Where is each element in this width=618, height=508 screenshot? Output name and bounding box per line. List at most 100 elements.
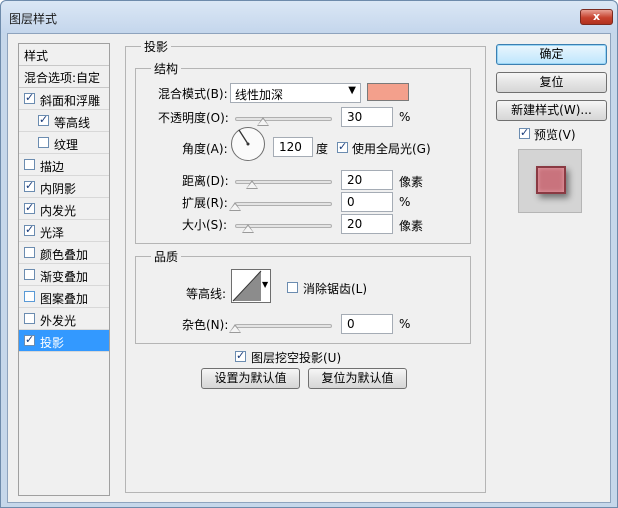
contour-label: 等高线: [186,287,227,301]
style-item-label: 外发光 [40,314,77,328]
style-item-texture[interactable]: 纹理 [19,132,109,154]
preview-checkbox[interactable] [519,126,530,139]
angle-dial[interactable] [231,127,265,161]
contour-checkbox[interactable] [38,113,49,126]
contour-picker[interactable]: ▼ [231,269,271,303]
distance-slider-thumb[interactable] [246,180,258,189]
style-item-label: 投影 [40,336,65,350]
size-label: 大小(S): [182,218,228,232]
knockout-label: 图层挖空投影(U) [251,351,342,365]
noise-unit: % [399,317,411,331]
size-input[interactable]: 20 [341,214,393,234]
blend-mode-label: 混合模式(B): [158,87,228,101]
drop-shadow-checkbox[interactable] [24,333,35,346]
spread-label: 扩展(R): [182,196,228,210]
style-preview [518,149,582,213]
style-item-inner-shadow[interactable]: 内阴影 [19,176,109,198]
satin-checkbox[interactable] [24,223,35,236]
style-list: 样式 混合选项:自定 斜面和浮雕 等高线 纹理 描边 内阴影 [18,43,110,496]
style-item-pattern-overlay[interactable]: 图案叠加 [19,286,109,308]
new-style-button[interactable]: 新建样式(W)... [496,100,607,121]
noise-slider[interactable] [235,324,332,328]
spread-slider[interactable] [235,202,332,206]
angle-needle-icon [238,129,250,146]
distance-label: 距离(D): [182,174,229,188]
dialog-body: 样式 混合选项:自定 斜面和浮雕 等高线 纹理 描边 内阴影 [7,33,611,503]
style-item-label: 纹理 [54,138,79,152]
style-item-label: 颜色叠加 [40,248,89,262]
opacity-slider[interactable] [235,117,332,121]
chevron-down-icon: ▼ [348,85,356,96]
style-item-satin[interactable]: 光泽 [19,220,109,242]
distance-unit: 像素 [399,175,424,189]
gradient-overlay-checkbox[interactable] [24,269,35,280]
style-item-label: 光泽 [40,226,65,240]
make-default-button[interactable]: 设置为默认值 [201,368,300,389]
preview-label: 预览(V) [534,128,576,142]
global-light-checkbox[interactable] [337,140,348,153]
noise-label: 杂色(N): [182,318,229,332]
contour-curve-icon [232,270,262,302]
quality-title: 品质 [151,248,182,265]
opacity-label: 不透明度(O): [158,111,229,125]
style-item-color-overlay[interactable]: 颜色叠加 [19,242,109,264]
style-list-header[interactable]: 样式 [19,44,109,66]
noise-input[interactable]: 0 [341,314,393,334]
opacity-input[interactable]: 30 [341,107,393,127]
style-item-stroke[interactable]: 描边 [19,154,109,176]
window-title: 图层样式 [9,12,58,26]
bevel-emboss-checkbox[interactable] [24,91,35,104]
style-item-label: 斜面和浮雕 [40,94,101,108]
reset-button[interactable]: 复位 [496,72,607,93]
blend-mode-select[interactable]: 线性加深 ▼ [230,83,361,103]
style-item-label: 内阴影 [40,182,77,196]
stroke-checkbox[interactable] [24,159,35,170]
blend-options-item[interactable]: 混合选项:自定 [19,66,109,88]
style-item-drop-shadow[interactable]: 投影 [19,330,109,352]
style-item-label: 图案叠加 [40,292,89,306]
drop-shadow-panel: 投影 结构 混合模式(B): 线性加深 ▼ 不透明度(O): 30 % 角度(A… [125,38,486,493]
pattern-overlay-checkbox[interactable] [24,291,35,302]
blend-mode-value: 线性加深 [235,88,284,102]
outer-glow-checkbox[interactable] [24,313,35,324]
title-bar[interactable]: 图层样式 x [1,1,617,33]
angle-label: 角度(A): [182,142,228,156]
angle-input[interactable]: 120 [273,137,313,157]
inner-glow-checkbox[interactable] [24,201,35,214]
style-item-outer-glow[interactable]: 外发光 [19,308,109,330]
spread-slider-thumb[interactable] [229,202,241,211]
angle-unit: 度 [316,142,329,156]
color-overlay-checkbox[interactable] [24,247,35,258]
size-slider-thumb[interactable] [242,224,254,233]
reset-default-button[interactable]: 复位为默认值 [308,368,407,389]
spread-input[interactable]: 0 [341,192,393,212]
structure-group: 结构 混合模式(B): 线性加深 ▼ 不透明度(O): 30 % 角度(A): [135,60,471,244]
inner-shadow-checkbox[interactable] [24,179,35,192]
close-button[interactable]: x [580,9,613,25]
style-item-gradient-overlay[interactable]: 渐变叠加 [19,264,109,286]
opacity-slider-thumb[interactable] [257,117,269,126]
style-item-label: 渐变叠加 [40,270,89,284]
panel-title: 投影 [141,38,172,55]
preview-swatch [536,166,566,194]
texture-checkbox[interactable] [38,137,49,148]
anti-alias-checkbox[interactable] [287,282,298,293]
style-item-contour[interactable]: 等高线 [19,110,109,132]
style-item-inner-glow[interactable]: 内发光 [19,198,109,220]
ok-button[interactable]: 确定 [496,44,607,65]
opacity-unit: % [399,110,411,124]
knockout-checkbox[interactable] [235,349,246,362]
style-item-bevel-emboss[interactable]: 斜面和浮雕 [19,88,109,110]
quality-group: 品质 等高线: ▼ 消除锯齿(L) 杂色(N): 0 % [135,248,471,344]
style-item-label: 描边 [40,160,65,174]
contour-dropdown-icon[interactable]: ▼ [262,280,268,289]
global-light-label: 使用全局光(G) [352,142,431,156]
size-unit: 像素 [399,219,424,233]
structure-title: 结构 [151,60,182,77]
blend-color-swatch[interactable] [367,83,409,101]
anti-alias-label: 消除锯齿(L) [303,282,368,296]
noise-slider-thumb[interactable] [229,324,241,333]
layer-style-dialog: 图层样式 x 样式 混合选项:自定 斜面和浮雕 等高线 纹理 描边 [0,0,618,508]
distance-input[interactable]: 20 [341,170,393,190]
spread-unit: % [399,195,411,209]
